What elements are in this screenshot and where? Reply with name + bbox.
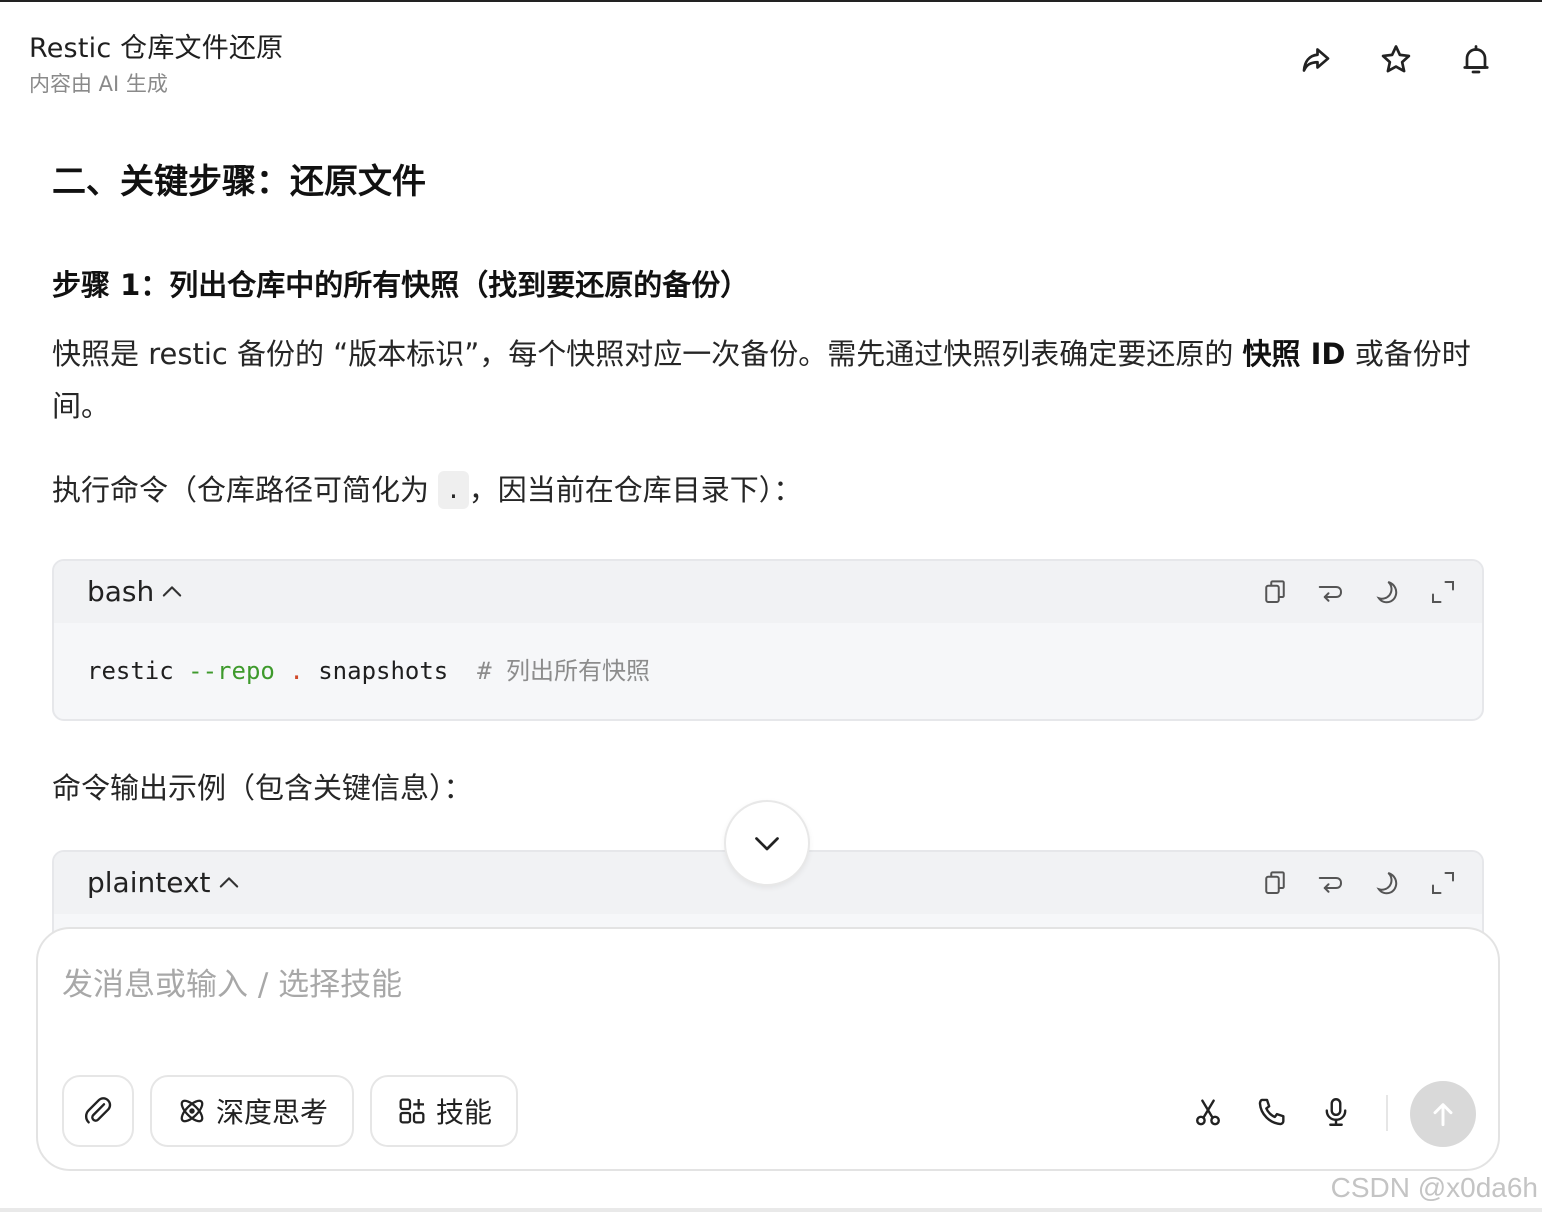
- watermark: CSDN @x0da6h: [1330, 1172, 1538, 1203]
- wrap-icon[interactable]: [1314, 866, 1348, 900]
- ai-generated-note: 内容由 AI 生成: [29, 72, 168, 96]
- code-block-bash: bash restic --repo . snapshots # 列出所有快照: [52, 559, 1484, 721]
- deep-think-label: 深度思考: [215, 1096, 328, 1129]
- message-composer: 深度思考 技能: [36, 927, 1500, 1171]
- section-heading: 二、关键步骤：还原文件: [52, 162, 426, 202]
- code-arg: snapshots: [303, 657, 478, 685]
- deep-think-button[interactable]: 深度思考: [150, 1075, 354, 1147]
- page-title: Restic 仓库文件还原: [29, 33, 284, 64]
- code-comment: # 列出所有快照: [477, 657, 651, 685]
- snapshot-explanation: 快照是 restic 备份的 “版本标识”，每个快照对应一次备份。需先通过快照列…: [52, 328, 1472, 432]
- share-icon[interactable]: [1296, 40, 1336, 80]
- chevron-down-icon: [755, 837, 779, 851]
- paperclip-icon: [84, 1097, 112, 1124]
- microphone-icon[interactable]: [1316, 1092, 1356, 1132]
- grid-sparkle-icon: [399, 1098, 425, 1124]
- composer-divider: [1386, 1095, 1388, 1131]
- theme-moon-icon[interactable]: [1370, 866, 1404, 900]
- atom-icon: [180, 1099, 204, 1123]
- para1-text: 快照是 restic 备份的 “版本标识”，每个快照对应一次备份。需先通过快照列…: [52, 337, 1243, 371]
- phone-icon[interactable]: [1252, 1092, 1292, 1132]
- chevron-up-icon: [219, 876, 238, 888]
- para2-post: ，因当前在仓库目录下）：: [468, 473, 803, 507]
- star-icon[interactable]: [1376, 40, 1416, 80]
- wrap-icon[interactable]: [1314, 575, 1348, 609]
- code-block-header: bash: [54, 561, 1482, 623]
- attach-button[interactable]: [62, 1075, 134, 1147]
- code-lang-label: plaintext: [87, 866, 211, 899]
- bottom-edge: [0, 1208, 1542, 1212]
- skills-button[interactable]: 技能: [370, 1075, 518, 1147]
- copy-icon[interactable]: [1258, 866, 1292, 900]
- bell-icon[interactable]: [1456, 40, 1496, 80]
- arrow-up-icon: [1433, 1103, 1453, 1127]
- code-lang-label: bash: [87, 575, 155, 608]
- theme-moon-icon[interactable]: [1370, 575, 1404, 609]
- chevron-up-icon: [163, 585, 182, 597]
- code-toolbar: [1258, 866, 1460, 900]
- step-heading: 步骤 1：列出仓库中的所有快照（找到要还原的备份）: [52, 268, 750, 302]
- command-intro: 执行命令（仓库路径可简化为 . ，因当前在仓库目录下）：: [52, 468, 802, 512]
- snapshot-id-bold: 快照 ID: [1242, 337, 1346, 371]
- copy-icon[interactable]: [1258, 575, 1292, 609]
- inline-code: .: [438, 471, 469, 509]
- skills-label: 技能: [435, 1096, 492, 1129]
- scroll-to-bottom-button[interactable]: [724, 800, 810, 886]
- send-button[interactable]: [1410, 1081, 1476, 1147]
- message-input[interactable]: [62, 955, 1462, 1015]
- code-dot: .: [289, 657, 304, 685]
- code-lang-toggle[interactable]: plaintext: [87, 866, 243, 899]
- para2-pre: 执行命令（仓库路径可简化为: [52, 473, 439, 507]
- output-intro: 命令输出示例（包含关键信息）：: [52, 771, 473, 805]
- code-flag: --repo: [188, 657, 275, 685]
- code-body[interactable]: restic --repo . snapshots # 列出所有快照: [54, 623, 1482, 714]
- page-header: Restic 仓库文件还原 内容由 AI 生成: [0, 0, 1542, 110]
- code-toolbar: [1258, 575, 1460, 609]
- expand-icon[interactable]: [1426, 575, 1460, 609]
- expand-icon[interactable]: [1426, 866, 1460, 900]
- code-command: restic: [87, 657, 189, 685]
- code-lang-toggle[interactable]: bash: [87, 575, 186, 608]
- scissors-icon[interactable]: [1188, 1092, 1228, 1132]
